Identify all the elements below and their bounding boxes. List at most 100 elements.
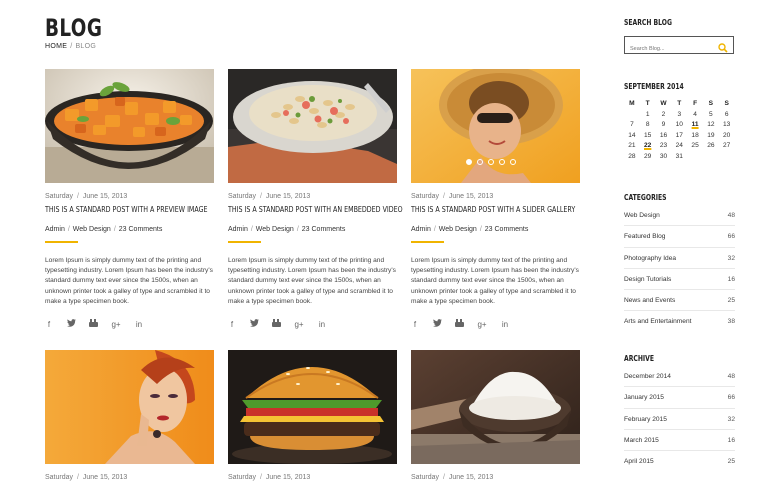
calendar-date[interactable]: 4	[687, 111, 703, 122]
google-plus-icon[interactable]: g+	[111, 320, 121, 329]
linkedin-icon[interactable]: in	[318, 320, 326, 329]
slider-dot[interactable]	[477, 159, 483, 165]
calendar-date[interactable]: 9	[656, 121, 672, 132]
search-input[interactable]	[625, 41, 715, 57]
twitter-icon[interactable]	[250, 319, 259, 329]
calendar-week-row: 1 2 3 4 5 6	[624, 111, 735, 122]
archive-item[interactable]: February 2015 32	[624, 409, 735, 430]
post-category-link[interactable]: Web Design	[439, 226, 477, 233]
calendar-date[interactable]: 30	[656, 153, 672, 164]
category-item[interactable]: News and Events 25	[624, 290, 735, 312]
calendar-date[interactable]: 31	[671, 153, 687, 164]
slider-dot[interactable]	[510, 159, 516, 165]
accent-divider	[228, 241, 261, 243]
calendar-widget-title: SEPTEMBER 2014	[624, 82, 684, 91]
calendar-date[interactable]: 17	[671, 132, 687, 143]
calendar-date[interactable]: 15	[640, 132, 656, 143]
twitter-icon[interactable]	[67, 319, 76, 329]
calendar-date[interactable]: 18	[687, 132, 703, 143]
calendar-date[interactable]: 29	[640, 153, 656, 164]
archive-item[interactable]: April 2015 25	[624, 451, 735, 472]
facebook-icon[interactable]: f	[228, 320, 236, 329]
category-label: Arts and Entertainment	[624, 318, 692, 326]
category-label: Design Tutorials	[624, 275, 672, 283]
calendar-date[interactable]: 5	[703, 111, 719, 122]
calendar-date[interactable]: 26	[703, 142, 719, 153]
category-item[interactable]: Photography Idea 32	[624, 248, 735, 269]
post-comments-link[interactable]: 23 Comments	[302, 226, 346, 233]
calendar-date[interactable]: 1	[640, 111, 656, 122]
archive-item[interactable]: December 2014 48	[624, 366, 735, 388]
category-item[interactable]: Design Tutorials 16	[624, 269, 735, 291]
youtube-icon[interactable]	[455, 319, 464, 329]
post-image-pasta[interactable]	[228, 69, 397, 183]
calendar-date[interactable]: 19	[703, 132, 719, 143]
calendar-date[interactable]: 10	[671, 121, 687, 132]
post-image-slider[interactable]	[411, 69, 580, 183]
post-comments-link[interactable]: 23 Comments	[485, 226, 529, 233]
slider-dot[interactable]	[466, 159, 472, 165]
category-count: 32	[727, 254, 735, 262]
calendar-date[interactable]: 14	[624, 132, 640, 143]
youtube-icon[interactable]	[89, 319, 98, 329]
calendar-date[interactable]: 8	[640, 121, 656, 132]
calendar-date[interactable]: 16	[656, 132, 672, 143]
calendar-date[interactable]: 20	[719, 132, 735, 143]
calendar-date[interactable]: 28	[624, 153, 640, 164]
post-card: Saturday / June 15, 2013 THIS IS A STAND…	[228, 69, 403, 329]
calendar-day-label: W	[660, 100, 667, 107]
archive-item[interactable]: March 2015 16	[624, 430, 735, 452]
archive-item[interactable]: January 2015 66	[624, 387, 735, 409]
category-item[interactable]: Featured Blog 66	[624, 226, 735, 248]
category-item[interactable]: Arts and Entertainment 38	[624, 311, 735, 332]
category-item[interactable]: Web Design 48	[624, 205, 735, 227]
calendar-date[interactable]: 12	[703, 121, 719, 132]
calendar-date[interactable]: 7	[624, 121, 640, 132]
google-plus-icon[interactable]: g+	[477, 320, 487, 329]
post-image-bowl[interactable]	[45, 69, 214, 183]
facebook-icon[interactable]: f	[411, 320, 419, 329]
twitter-icon[interactable]	[433, 319, 442, 329]
post-image-burger[interactable]	[228, 350, 397, 464]
youtube-icon[interactable]	[272, 319, 281, 329]
calendar-date-highlighted[interactable]: 11	[687, 121, 703, 132]
calendar-date[interactable]: 21	[624, 142, 640, 153]
slider-dot[interactable]	[488, 159, 494, 165]
calendar-day-label: M	[629, 100, 635, 107]
post-title[interactable]: THIS IS A STANDARD POST WITH A PREVIEW I…	[45, 205, 208, 214]
archive-count: 32	[727, 415, 735, 423]
post-card: Saturday / June 15, 2013	[45, 350, 214, 481]
breadcrumb-home-link[interactable]: HOME	[45, 43, 67, 50]
search-icon[interactable]	[718, 40, 728, 58]
slider-dot[interactable]	[499, 159, 505, 165]
post-comments-link[interactable]: 23 Comments	[119, 226, 163, 233]
calendar-date[interactable]: 3	[671, 111, 687, 122]
post-excerpt: Lorem Ipsum is simply dummy text of the …	[45, 257, 213, 305]
linkedin-icon[interactable]: in	[501, 320, 509, 329]
calendar-date-highlighted[interactable]: 22	[640, 142, 656, 153]
post-title[interactable]: THIS IS A STANDARD POST WITH A SLIDER GA…	[411, 205, 575, 214]
calendar-date[interactable]: 6	[719, 111, 735, 122]
calendar-date[interactable]: 13	[719, 121, 735, 132]
post-title[interactable]: THIS IS A STANDARD POST WITH AN EMBEDDED…	[228, 205, 403, 214]
post-date: Saturday / June 15, 2013	[45, 193, 128, 200]
post-author-link[interactable]: Admin	[45, 226, 65, 233]
calendar-date[interactable]: 23	[656, 142, 672, 153]
calendar-date[interactable]: 27	[719, 142, 735, 153]
post-image-flour[interactable]	[411, 350, 580, 464]
post-category-link[interactable]: Web Design	[73, 226, 111, 233]
post-date: Saturday / June 15, 2013	[411, 193, 494, 200]
post-author-link[interactable]: Admin	[411, 226, 431, 233]
calendar-day-label: F	[693, 100, 698, 107]
calendar-date[interactable]: 24	[671, 142, 687, 153]
calendar-date[interactable]: 2	[656, 111, 672, 122]
post-image-portrait[interactable]	[45, 350, 214, 464]
linkedin-icon[interactable]: in	[135, 320, 143, 329]
category-count: 38	[727, 318, 735, 326]
post-category-link[interactable]: Web Design	[256, 226, 294, 233]
calendar-date	[624, 111, 640, 122]
google-plus-icon[interactable]: g+	[294, 320, 304, 329]
facebook-icon[interactable]: f	[45, 320, 53, 329]
calendar-date[interactable]: 25	[687, 142, 703, 153]
post-author-link[interactable]: Admin	[228, 226, 248, 233]
